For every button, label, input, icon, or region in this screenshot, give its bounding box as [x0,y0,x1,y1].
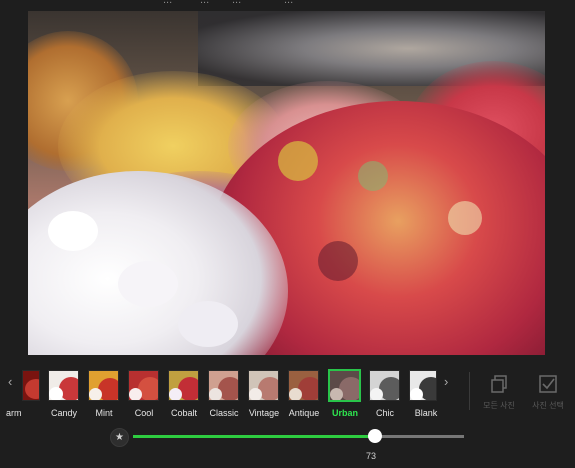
select-photos-button[interactable]: 사진 선택 [526,374,570,411]
photo-preview [28,11,545,355]
menu-item-3[interactable]: ... [232,0,241,6]
filter-thumb-vintage[interactable] [248,370,279,401]
filter-thumb-cobalt[interactable] [168,370,199,401]
filter-label-blank[interactable]: Blank [401,408,451,418]
intensity-slider-thumb[interactable] [367,429,382,443]
menu-item-1[interactable]: ... [163,0,172,6]
thumb-highlight [289,388,302,400]
thumb-highlight [330,388,343,400]
copy-icon [491,375,507,393]
menu-item-2[interactable]: ... [200,0,209,6]
menu-item-4[interactable]: ... [284,0,293,6]
top-menu: ... ... ... ... [0,0,575,9]
thumb-highlight [169,388,182,400]
checkbox-icon [539,375,557,393]
intensity-slider-fill [133,435,375,438]
filter-thumb-candy[interactable] [48,370,79,401]
filter-thumb-urban[interactable] [328,369,361,402]
star-icon: ★ [115,432,124,443]
thumb-highlight [249,388,262,400]
thumb-highlight [209,388,222,400]
apply-all-photos-label: 모든 사진 [483,401,515,410]
filter-label-arm[interactable]: arm [6,408,36,418]
thumb-highlight [129,388,142,400]
thumb-highlight [410,388,423,400]
intensity-slider-track[interactable] [133,429,464,443]
thumb-highlight [49,387,63,400]
filter-thumb-classic[interactable] [208,370,239,401]
filter-thumb-cool[interactable] [128,370,159,401]
filter-thumb-blank[interactable] [409,370,437,401]
filter-scroll-right-icon[interactable]: › [444,374,448,389]
thumb-candy [25,379,39,399]
thumb-highlight [89,388,102,400]
filter-scroll-left-icon[interactable]: ‹ [8,374,12,389]
select-photos-label: 사진 선택 [532,401,564,410]
filter-thumb-mint[interactable] [88,370,119,401]
filter-thumb-arm[interactable] [22,370,40,401]
filter-thumb-antique[interactable] [288,370,319,401]
favorite-star-button[interactable]: ★ [110,428,129,447]
toolbar-divider [469,372,470,410]
filter-thumb-chic[interactable] [369,370,400,401]
intensity-value: 73 [365,451,376,461]
apply-all-photos-button[interactable]: 모든 사진 [477,374,521,411]
thumb-highlight [370,388,383,400]
